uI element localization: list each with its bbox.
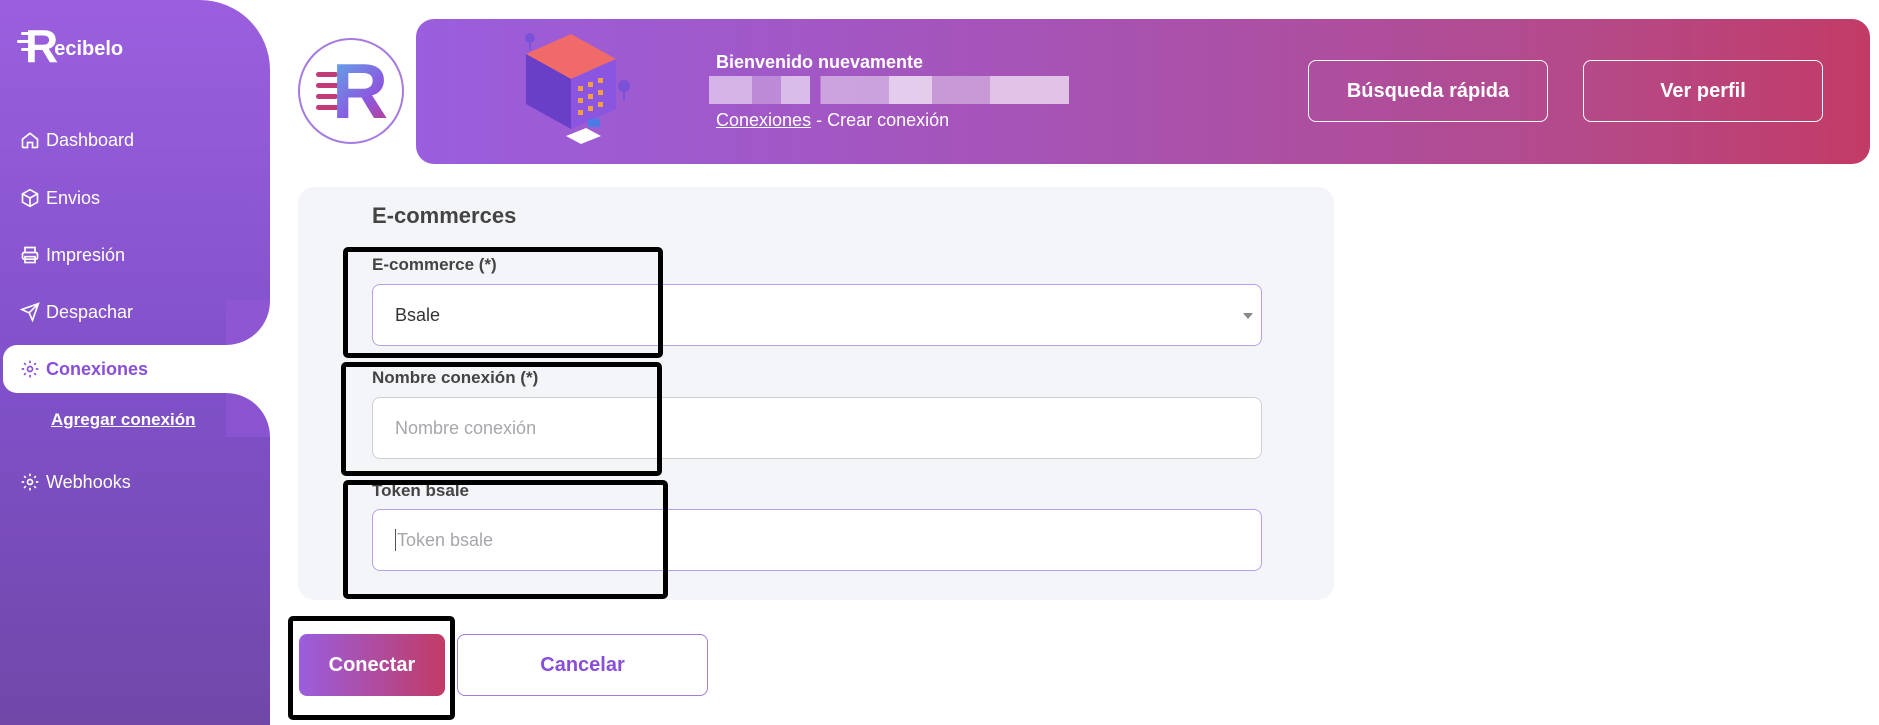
sidebar-item-despachar[interactable]: Despachar [20,292,133,332]
sidebar-item-label: Despachar [46,301,134,322]
breadcrumb-current: Crear conexión [827,110,950,130]
speed-line [21,48,35,51]
sidebar-item-label: Conexiones [46,358,149,379]
form-title: E-commerces [372,203,517,228]
sidebar-item-impresion[interactable]: Impresión [20,235,125,275]
sidebar-item-dashboard[interactable]: Dashboard [20,120,134,160]
sidebar-item-label: Webhooks [46,471,131,492]
sidebar-item-envios[interactable]: Envios [20,178,100,218]
breadcrumb-link-conexiones[interactable]: Conexiones [716,110,811,130]
highlight-box [341,362,662,476]
breadcrumb-separator: - [816,110,823,130]
send-icon [20,302,40,322]
sidebar-item-label: Dashboard [46,129,135,150]
header-banner: Bienvenido nuevamente Conexiones - Crear… [416,19,1870,164]
speed-line [21,32,35,35]
speed-line [17,40,31,43]
connect-button[interactable]: Conectar [299,634,445,696]
brand-name-rest: ecibelo [54,37,124,60]
welcome-text: Bienvenido nuevamente [716,52,924,72]
box-icon [21,188,39,208]
gear-icon [21,473,39,491]
highlight-box [343,247,663,358]
breadcrumb: Conexiones - Crear conexión [716,110,949,131]
active-curve-bottom [226,393,270,437]
brand-logo[interactable]: R ecibelo [17,23,124,69]
view-profile-button[interactable]: Ver perfil [1583,60,1823,122]
home-icon [21,132,39,149]
sidebar-item-label: Envios [46,187,101,208]
active-curve-top [226,300,270,345]
cancel-button[interactable]: Cancelar [457,634,708,696]
redacted-user-name [709,76,1069,104]
gear-icon [21,360,39,378]
highlight-box [343,480,668,599]
chevron-down-icon [1243,313,1253,319]
sidebar-item-webhooks[interactable]: Webhooks [20,462,131,502]
quick-search-button[interactable]: Búsqueda rápida [1308,60,1548,122]
printer-icon [21,246,39,264]
sidebar-item-conexiones[interactable]: Conexiones [20,349,148,389]
company-logo: R [298,38,404,144]
brand-mark: R [17,23,58,69]
logo-letter: R [331,47,389,135]
brand-mark-letter: R [25,20,58,72]
sidebar-subitem-agregar-conexion[interactable]: Agregar conexión [51,410,196,430]
sidebar-item-label: Impresión [46,244,126,265]
container-illustration [525,33,630,144]
sidebar: R ecibelo Dashboard Envios Impresión Des… [0,0,270,725]
